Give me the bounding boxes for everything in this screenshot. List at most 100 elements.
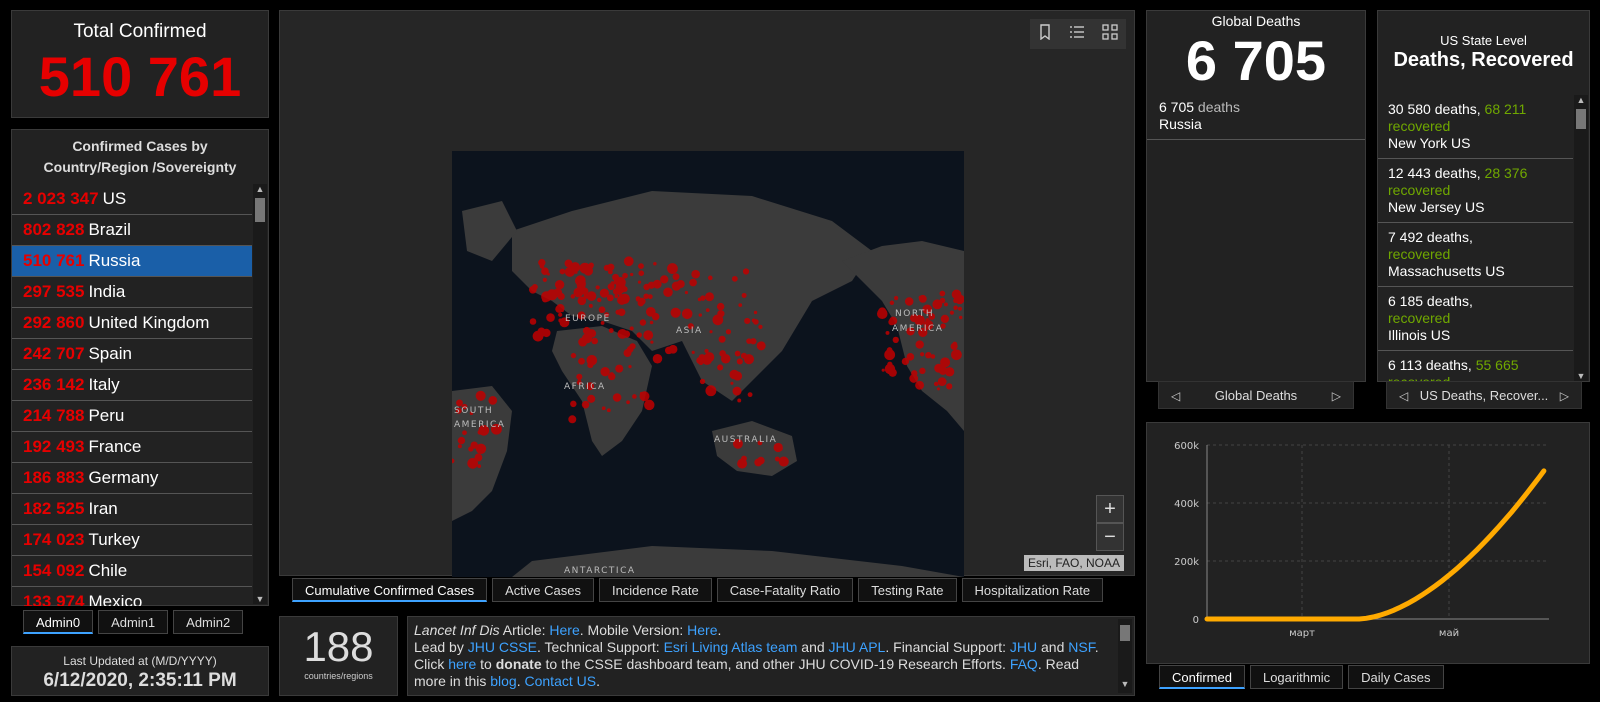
case-dot[interactable] (578, 357, 585, 365)
case-dot[interactable] (606, 408, 611, 413)
case-dot[interactable] (574, 270, 578, 274)
case-dot[interactable] (660, 275, 669, 284)
case-dot[interactable] (462, 430, 467, 436)
case-dot[interactable] (568, 415, 577, 424)
country-row[interactable]: 242 707 Spain (12, 339, 252, 370)
case-dot[interactable] (564, 259, 573, 268)
next-icon[interactable]: ▷ (1332, 382, 1341, 410)
case-dot[interactable] (705, 385, 717, 397)
case-dot[interactable] (638, 270, 645, 277)
case-dot[interactable] (647, 281, 656, 289)
case-dot[interactable] (564, 266, 575, 277)
case-dot[interactable] (939, 297, 946, 304)
case-dot[interactable] (573, 287, 584, 298)
case-dot[interactable] (652, 353, 663, 364)
faq-link[interactable]: FAQ (1010, 656, 1038, 672)
case-dot[interactable] (546, 289, 558, 301)
case-dot[interactable] (751, 318, 756, 323)
scroll-thumb[interactable] (255, 198, 265, 222)
scroll-thumb[interactable] (1576, 109, 1586, 129)
case-dot[interactable] (554, 280, 565, 290)
case-dot[interactable] (753, 310, 758, 315)
donate-here-link[interactable]: here (448, 656, 476, 672)
case-dot[interactable] (614, 294, 619, 299)
case-dot[interactable] (664, 346, 673, 355)
case-dot[interactable] (649, 320, 654, 325)
case-dot[interactable] (618, 291, 622, 296)
case-dot[interactable] (559, 268, 566, 275)
zoom-out-button[interactable]: − (1096, 523, 1124, 551)
case-dot[interactable] (689, 278, 697, 287)
case-dot[interactable] (591, 337, 599, 345)
case-dot[interactable] (876, 308, 888, 320)
case-dot[interactable] (639, 319, 647, 326)
map-tab[interactable]: Hospitalization Rate (961, 578, 1104, 602)
case-dot[interactable] (741, 455, 747, 462)
case-dot[interactable] (716, 302, 725, 311)
case-dot[interactable] (570, 352, 577, 359)
case-dot[interactable] (734, 350, 741, 357)
case-dot[interactable] (587, 263, 594, 270)
map-tab[interactable]: Active Cases (492, 578, 594, 602)
case-dot[interactable] (940, 314, 950, 324)
case-dot[interactable] (626, 400, 630, 405)
list-icon[interactable] (1069, 24, 1085, 45)
jhu-apl-link[interactable]: JHU APL (829, 639, 886, 655)
us-state-row[interactable]: 6 113 deaths, 55 665recoveredPennsylvani… (1378, 351, 1573, 383)
case-dot[interactable] (936, 387, 940, 391)
case-dot[interactable] (691, 269, 701, 279)
case-dot[interactable] (698, 313, 702, 317)
case-dot[interactable] (615, 309, 621, 315)
case-dot[interactable] (468, 446, 474, 452)
case-dot[interactable] (757, 456, 765, 465)
scroll-down-icon[interactable]: ▼ (1118, 676, 1132, 693)
case-dot[interactable] (615, 364, 624, 373)
country-row[interactable]: 2 023 347 US (12, 184, 252, 215)
admin-tab[interactable]: Admin0 (23, 610, 94, 634)
case-dot[interactable] (581, 400, 590, 409)
case-dot[interactable] (894, 295, 899, 301)
case-dot[interactable] (613, 280, 618, 285)
us-list-scrollbar[interactable]: ▲ ▼ (1574, 95, 1588, 381)
case-dot[interactable] (951, 349, 962, 361)
us-state-row[interactable]: 6 185 deaths, recovered Illinois US (1378, 287, 1573, 351)
case-dot[interactable] (705, 292, 714, 302)
case-dot[interactable] (717, 364, 724, 371)
case-dot[interactable] (884, 349, 896, 361)
case-dot[interactable] (650, 340, 654, 344)
case-dot[interactable] (920, 352, 925, 357)
case-dot[interactable] (671, 281, 682, 291)
case-dot[interactable] (667, 263, 678, 274)
case-dot[interactable] (542, 277, 547, 282)
case-dot[interactable] (608, 328, 614, 333)
case-dot[interactable] (731, 375, 735, 379)
case-dot[interactable] (644, 399, 655, 411)
case-dot[interactable] (934, 363, 944, 373)
case-dot[interactable] (630, 272, 634, 277)
case-dot[interactable] (612, 273, 620, 281)
case-dot[interactable] (578, 337, 588, 347)
case-dot[interactable] (699, 378, 706, 385)
case-dot[interactable] (691, 350, 695, 354)
case-dot[interactable] (622, 272, 628, 279)
us-state-row[interactable]: 7 492 deaths, recovered Massachusetts US (1378, 223, 1573, 287)
contact-link[interactable]: Contact US (525, 673, 597, 689)
case-dot[interactable] (889, 300, 895, 305)
case-dot[interactable] (623, 256, 634, 267)
jhu-csse-link[interactable]: JHU CSSE (468, 639, 537, 655)
bookmark-icon[interactable] (1038, 23, 1052, 45)
case-dot[interactable] (743, 354, 754, 365)
case-dot[interactable] (720, 353, 731, 364)
us-state-row[interactable]: 30 580 deaths, 68 211 recovered New York U… (1378, 95, 1573, 159)
case-dot[interactable] (730, 381, 734, 385)
case-dot[interactable] (643, 330, 654, 341)
case-dot[interactable] (892, 336, 899, 344)
case-dot[interactable] (570, 400, 577, 408)
case-dot[interactable] (933, 381, 939, 387)
case-dot[interactable] (705, 308, 710, 313)
case-dot[interactable] (681, 308, 693, 320)
case-dot[interactable] (670, 307, 681, 318)
case-dot[interactable] (901, 357, 910, 366)
scroll-thumb[interactable] (1120, 625, 1130, 641)
case-dot[interactable] (606, 294, 614, 302)
